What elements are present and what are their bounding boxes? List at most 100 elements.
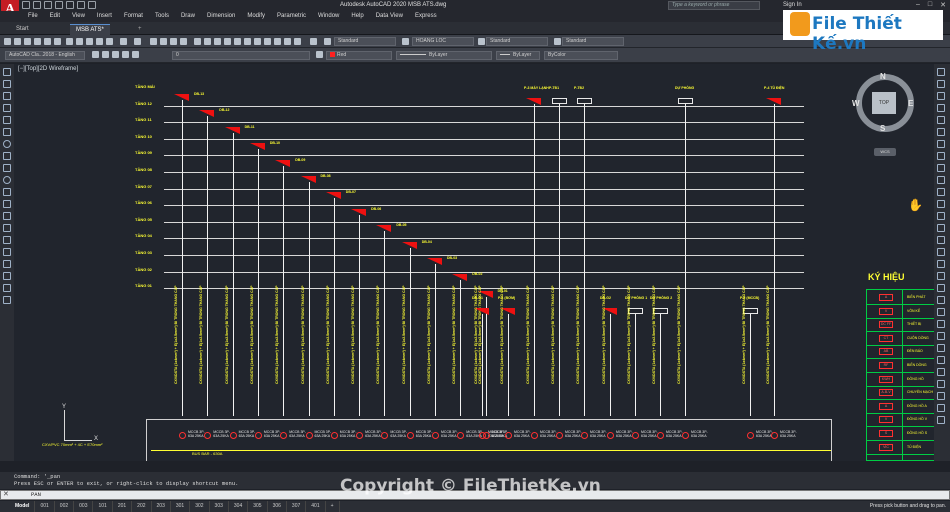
dimension-angular-icon[interactable] — [937, 296, 945, 304]
join-icon[interactable] — [937, 212, 945, 220]
copy-object-icon[interactable] — [937, 80, 945, 88]
plot-style-dropdown[interactable]: ByColor — [544, 51, 618, 60]
xref-icon[interactable] — [284, 38, 291, 45]
markup-icon[interactable] — [234, 38, 241, 45]
dim-style-dropdown[interactable]: HOANG LOC — [412, 37, 474, 46]
cut-icon[interactable] — [66, 38, 73, 45]
layer-state-icon[interactable] — [102, 51, 109, 58]
tab-layout[interactable]: 002 — [55, 501, 75, 512]
baseline-icon[interactable] — [937, 320, 945, 328]
preview-icon[interactable] — [44, 38, 51, 45]
make-block-icon[interactable] — [3, 212, 11, 220]
tab-layout[interactable]: 303 — [210, 501, 229, 512]
menu-format[interactable]: Format — [120, 11, 151, 22]
layer-properties-icon[interactable] — [92, 51, 99, 58]
layer-off-icon[interactable] — [112, 51, 119, 58]
offset-icon[interactable] — [937, 104, 945, 112]
table-icon[interactable] — [3, 272, 11, 280]
lineweight-dropdown[interactable]: ByLayer — [496, 51, 540, 60]
align-leader-icon[interactable] — [937, 416, 945, 424]
arc-icon[interactable] — [3, 128, 11, 136]
rectangle-icon[interactable] — [3, 116, 11, 124]
menu-data-view[interactable]: Data View — [372, 11, 411, 22]
tab-layout[interactable]: 203 — [152, 501, 171, 512]
undo-icon[interactable] — [120, 38, 127, 45]
tab-layout[interactable]: 301 — [171, 501, 191, 512]
multileader-style-dropdown[interactable]: Standard — [562, 37, 624, 46]
match-properties-icon[interactable] — [96, 38, 103, 45]
open-icon[interactable] — [33, 1, 41, 9]
dimension-aligned-icon[interactable] — [937, 272, 945, 280]
tab-layout[interactable]: 401 — [306, 501, 326, 512]
properties-icon[interactable] — [194, 38, 201, 45]
polyline-icon[interactable] — [3, 92, 11, 100]
sheet-set-icon[interactable] — [224, 38, 231, 45]
dimension-style-icon[interactable] — [937, 392, 945, 400]
help-icon[interactable] — [310, 38, 317, 45]
dim-style-icon[interactable] — [402, 38, 409, 45]
fillet-icon[interactable] — [937, 236, 945, 244]
viewcube-top-face[interactable]: TOP — [872, 92, 896, 114]
tab-layout[interactable]: + — [326, 501, 340, 512]
hatch-icon[interactable] — [3, 236, 11, 244]
dimension-update-icon[interactable] — [937, 380, 945, 388]
menu-insert[interactable]: Insert — [93, 11, 120, 22]
tab-start[interactable]: Start — [10, 24, 35, 35]
tab-layout[interactable]: 305 — [248, 501, 268, 512]
layer-icon[interactable] — [264, 38, 271, 45]
minimize-icon[interactable]: – — [916, 1, 920, 9]
layer-lock-icon[interactable] — [132, 51, 139, 58]
save-icon[interactable] — [24, 38, 31, 45]
line-icon[interactable] — [3, 68, 11, 76]
make-current-icon[interactable] — [316, 51, 323, 58]
insert-block-icon[interactable] — [3, 200, 11, 208]
gradient-icon[interactable] — [3, 248, 11, 256]
layer-freeze-icon[interactable] — [122, 51, 129, 58]
drawing-canvas[interactable]: [−][Top][2D Wireframe] TẦNG MÁI TẦNG 12 TẦ… — [14, 64, 934, 461]
menu-help[interactable]: Help — [347, 11, 371, 22]
center-mark-icon[interactable] — [937, 356, 945, 364]
array-icon[interactable] — [937, 116, 945, 124]
menu-modify[interactable]: Modify — [243, 11, 273, 22]
copy-icon[interactable] — [76, 38, 83, 45]
ellipse-icon[interactable] — [3, 176, 11, 184]
image-icon[interactable] — [274, 38, 281, 45]
polygon-icon[interactable] — [3, 104, 11, 112]
save-as-icon[interactable] — [55, 1, 63, 9]
calc-icon[interactable] — [254, 38, 261, 45]
menu-view[interactable]: View — [68, 11, 93, 22]
plot-icon[interactable] — [66, 1, 74, 9]
zoom-window-icon[interactable] — [170, 38, 177, 45]
chamfer-icon[interactable] — [937, 224, 945, 232]
zoom-realtime-icon[interactable] — [160, 38, 167, 45]
table-style-icon[interactable] — [478, 38, 485, 45]
menu-express[interactable]: Express — [411, 11, 445, 22]
design-center-icon[interactable] — [204, 38, 211, 45]
explode-icon[interactable] — [937, 248, 945, 256]
print-icon[interactable] — [34, 38, 41, 45]
menu-dimension[interactable]: Dimension — [203, 11, 243, 22]
break-icon[interactable] — [937, 200, 945, 208]
multileader-icon[interactable] — [937, 404, 945, 412]
menu-edit[interactable]: Edit — [46, 11, 68, 22]
dimension-edit-icon[interactable] — [937, 368, 945, 376]
trim-icon[interactable] — [937, 176, 945, 184]
tab-layout[interactable]: 304 — [229, 501, 249, 512]
paste-icon[interactable] — [86, 38, 93, 45]
new-icon[interactable] — [22, 1, 30, 9]
tab-layout[interactable]: 307 — [287, 501, 307, 512]
open-icon[interactable] — [14, 38, 21, 45]
continue-icon[interactable] — [937, 332, 945, 340]
tab-layout[interactable]: 101 — [93, 501, 113, 512]
tool-palettes-icon[interactable] — [214, 38, 221, 45]
color-dropdown[interactable]: Red — [326, 51, 392, 60]
ellipse-arc-icon[interactable] — [3, 188, 11, 196]
revcloud-icon[interactable] — [3, 152, 11, 160]
save-icon[interactable] — [44, 1, 52, 9]
maximize-icon[interactable]: □ — [928, 1, 932, 9]
erase-icon[interactable] — [937, 68, 945, 76]
new-tab-button[interactable]: + — [132, 24, 148, 35]
compass-north[interactable]: N — [880, 72, 886, 81]
tolerance-icon[interactable] — [937, 344, 945, 352]
qnew-icon[interactable] — [4, 38, 11, 45]
